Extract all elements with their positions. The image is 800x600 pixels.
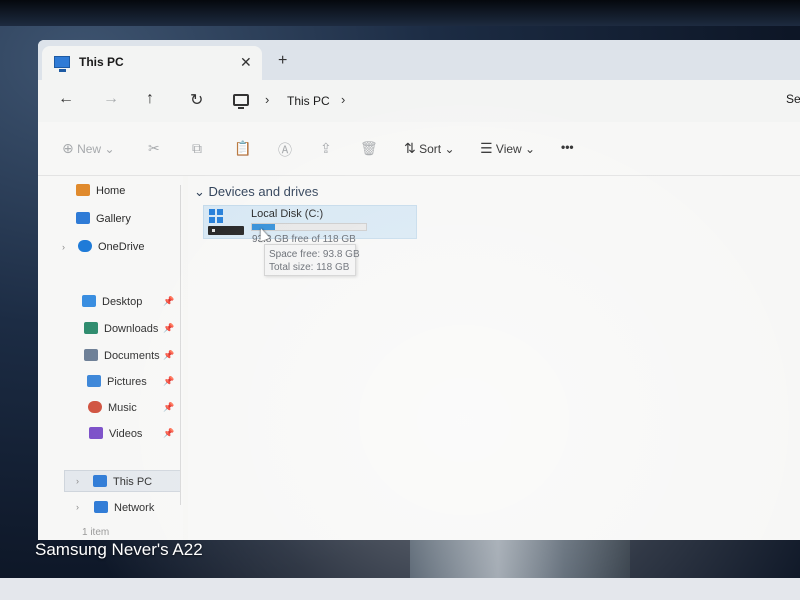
sidebar-item-label: OneDrive — [98, 241, 145, 253]
camera-watermark: Samsung Never's A22 — [35, 540, 203, 559]
delete-button[interactable]: 🗑 — [360, 140, 378, 157]
sort-button[interactable]: ⇅ Sort ⌄ — [404, 140, 455, 157]
sidebar-item-label: Desktop — [102, 296, 143, 308]
tooltip-total-size: Total size: 118 GB — [269, 262, 350, 273]
home-icon — [76, 184, 90, 196]
sidebar-item-gallery[interactable]: Gallery — [76, 212, 131, 225]
hard-drive-icon — [208, 226, 244, 235]
cut-button[interactable]: ✂ — [148, 140, 160, 157]
gallery-icon — [76, 212, 90, 224]
file-explorer-window: This PC ✕ + ← → ↑ ↻ › This PC › Se ⊕ New… — [38, 40, 800, 540]
sidebar-item-onedrive[interactable]: OneDrive — [78, 240, 144, 253]
section-title: Devices and drives — [208, 184, 319, 199]
monitor-icon — [233, 94, 249, 109]
pin-icon[interactable]: 📌 — [163, 323, 174, 334]
sidebar-item-label: This PC — [113, 476, 153, 488]
sort-icon: ⇅ — [404, 140, 416, 156]
search-box[interactable]: Se — [786, 92, 800, 106]
sidebar-item-documents[interactable]: Documents — [84, 349, 160, 362]
sidebar-item-home[interactable]: Home — [76, 184, 125, 197]
command-bar: ⊕ New ⌄ ✂ ⧉ 📋 Ⓐ ⇪ 🗑 ⇅ Sort ⌄ ☰ View ⌄ ••… — [38, 122, 800, 176]
sidebar-item-downloads[interactable]: Downloads — [84, 322, 158, 335]
forward-button[interactable]: → — [103, 90, 119, 108]
pin-icon[interactable]: 📌 — [163, 350, 174, 361]
new-tab-button[interactable]: + — [278, 52, 287, 70]
videos-icon — [89, 427, 103, 439]
title-bar: This PC ✕ + — [38, 40, 800, 80]
windows-logo-icon — [209, 209, 223, 223]
navigation-bar: ← → ↑ ↻ › This PC › Se — [38, 80, 800, 122]
refresh-button[interactable]: ↻ — [190, 90, 203, 110]
wallpaper — [410, 540, 630, 580]
chevron-down-icon: ⌄ — [444, 142, 455, 156]
paste-button[interactable]: 📋 — [234, 140, 251, 157]
monitor-bezel — [0, 0, 800, 26]
more-options-button[interactable]: ••• — [561, 140, 574, 154]
download-icon — [84, 322, 98, 334]
chevron-down-icon: ⌄ — [525, 142, 536, 156]
chevron-down-icon: ⌄ — [104, 142, 115, 156]
sort-label: Sort — [419, 142, 442, 156]
pin-icon[interactable]: 📌 — [163, 428, 174, 439]
desktop-icon — [82, 295, 96, 307]
this-pc-icon — [93, 475, 107, 487]
expand-onedrive-icon[interactable]: › — [62, 242, 65, 252]
sidebar-item-network[interactable]: Network — [94, 501, 154, 514]
breadcrumb-this-pc[interactable]: This PC — [287, 94, 330, 108]
pin-icon[interactable]: 📌 — [163, 296, 174, 307]
tab-title: This PC — [79, 55, 124, 69]
sidebar-item-pictures[interactable]: Pictures — [87, 375, 147, 388]
monitor-icon — [54, 56, 70, 72]
share-button[interactable]: ⇪ — [320, 140, 332, 157]
cloud-icon — [78, 240, 92, 252]
sidebar-item-this-pc[interactable]: This PC — [93, 475, 152, 488]
documents-icon — [84, 349, 98, 361]
view-icon: ☰ — [480, 140, 493, 156]
plus-circle-icon: ⊕ — [62, 140, 74, 156]
sidebar-item-label: Gallery — [96, 213, 131, 225]
status-bar-item-count: 1 item — [82, 527, 110, 538]
pin-icon[interactable]: 📌 — [163, 402, 174, 413]
drive-name: Local Disk (C:) — [251, 208, 324, 220]
sidebar-item-label: Videos — [109, 428, 143, 440]
pictures-icon — [87, 375, 101, 387]
copy-button[interactable]: ⧉ — [192, 140, 202, 157]
chevron-right-icon[interactable]: › — [341, 92, 345, 107]
sidebar-item-label: Music — [108, 402, 137, 414]
up-button[interactable]: ↑ — [146, 90, 154, 108]
sidebar-item-videos[interactable]: Videos — [89, 427, 142, 440]
sidebar-item-label: Documents — [104, 350, 160, 362]
new-button[interactable]: ⊕ New ⌄ — [62, 140, 115, 157]
drive-tooltip: Space free: 93.8 GB Total size: 118 GB — [264, 244, 360, 276]
pin-icon[interactable]: 📌 — [163, 376, 174, 387]
drive-usage-bar — [251, 223, 367, 231]
chevron-down-icon: ⌄ — [194, 184, 209, 199]
rename-button[interactable]: Ⓐ — [278, 140, 292, 160]
sidebar-item-music[interactable]: Music — [88, 401, 137, 414]
network-icon — [94, 501, 108, 513]
expand-this-pc-icon[interactable]: › — [76, 476, 79, 486]
view-button[interactable]: ☰ View ⌄ — [480, 140, 535, 157]
chevron-right-icon[interactable]: › — [265, 92, 269, 107]
close-tab-icon[interactable]: ✕ — [240, 54, 252, 71]
address-bar[interactable]: › This PC › — [223, 86, 783, 116]
navigation-pane: Home Gallery › OneDrive Desktop 📌 Downlo… — [38, 176, 183, 540]
sidebar-item-label: Pictures — [107, 376, 147, 388]
sidebar-item-label: Downloads — [104, 323, 159, 335]
pane-divider[interactable] — [180, 185, 181, 505]
expand-network-icon[interactable]: › — [76, 502, 79, 512]
music-icon — [88, 401, 102, 413]
sidebar-item-label: Network — [114, 502, 155, 514]
view-label: View — [495, 142, 522, 156]
sidebar-item-desktop[interactable]: Desktop — [82, 295, 142, 308]
taskbar — [0, 578, 800, 600]
sidebar-item-label: Home — [96, 185, 126, 197]
tab-this-pc[interactable]: This PC ✕ — [42, 46, 262, 80]
tooltip-space-free: Space free: 93.8 GB — [269, 249, 360, 260]
back-button[interactable]: ← — [58, 90, 74, 108]
new-label: New — [77, 142, 102, 156]
section-header-devices[interactable]: ⌄ Devices and drives — [194, 184, 318, 200]
content-area: ⌄ Devices and drives Local Disk (C:) — [188, 176, 800, 540]
